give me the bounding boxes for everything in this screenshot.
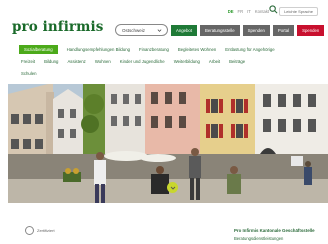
nav-item[interactable]: Weiterbildung <box>174 59 200 64</box>
nav-item[interactable]: Beiträge <box>229 59 245 64</box>
easy-language-button[interactable]: Leichte Sprache <box>279 6 318 16</box>
lang-it[interactable]: IT <box>247 9 251 14</box>
nav-item[interactable]: Arbeit <box>209 59 220 64</box>
nav-item[interactable]: Bildung <box>44 59 58 64</box>
nav-row-3: Schulen <box>21 68 328 79</box>
nav-item-social-counselling[interactable]: Sozialberatung <box>19 45 58 54</box>
nav-item[interactable]: Kinder und Jugendliche <box>120 59 165 64</box>
carousel-next-button[interactable] <box>167 182 178 193</box>
nav-row-2: Freizeit Bildung Assistenz Wohnen Kinder… <box>21 56 328 67</box>
header-actions: Ostschweiz Angebot Beratungsstelle Spend… <box>115 24 325 36</box>
nav-item[interactable]: Begleitetes Wohnen <box>178 47 216 52</box>
contact-link[interactable]: Kontakt <box>255 9 269 14</box>
counselling-button[interactable]: Beratungsstelle <box>200 24 240 36</box>
nav-row-1: Sozialberatung Handlungsempfehlungen Bil… <box>19 44 328 55</box>
logo-text: pro infirmis <box>12 19 104 35</box>
nav-item[interactable]: Wohnen <box>95 59 111 64</box>
nav-item[interactable]: Handlungsempfehlungen Bildung <box>67 47 130 52</box>
chevron-down-icon <box>157 29 162 32</box>
office-subtitle[interactable]: Beratungsdienstleistungen <box>234 236 283 241</box>
donate-button[interactable]: Spenden <box>297 24 325 36</box>
search-icon[interactable] <box>269 5 278 14</box>
utility-bar: DE FR IT Kontakt Leichte Sprache <box>228 5 318 16</box>
badge-icon <box>25 226 34 235</box>
nav-item[interactable]: Finanzberatung <box>139 47 169 52</box>
lang-de[interactable]: DE <box>228 9 234 14</box>
donate-secondary-button[interactable]: Spenden <box>242 24 270 36</box>
nav-item[interactable]: Schulen <box>21 71 37 76</box>
logo[interactable]: pro infirmis <box>12 19 103 35</box>
offer-button[interactable]: Angebot <box>171 24 198 36</box>
nav-item[interactable]: Assistenz <box>67 59 85 64</box>
lang-fr[interactable]: FR <box>238 9 244 14</box>
nav-item[interactable]: Freizeit <box>21 59 35 64</box>
main-nav: Sozialberatung Handlungsempfehlungen Bil… <box>19 44 328 80</box>
office-title[interactable]: Pro Infirmis Kantonale Geschäftsstelle <box>234 228 315 233</box>
portal-button[interactable]: Portal <box>272 24 295 36</box>
certification-badge: Zertifiziert <box>25 226 55 235</box>
region-select-value: Ostschweiz <box>122 27 146 33</box>
region-select[interactable]: Ostschweiz <box>115 24 168 36</box>
badge-text: Zertifiziert <box>37 228 55 233</box>
nav-item[interactable]: Entlastung für Angehörige <box>225 47 274 52</box>
chevron-down-icon <box>170 186 175 190</box>
